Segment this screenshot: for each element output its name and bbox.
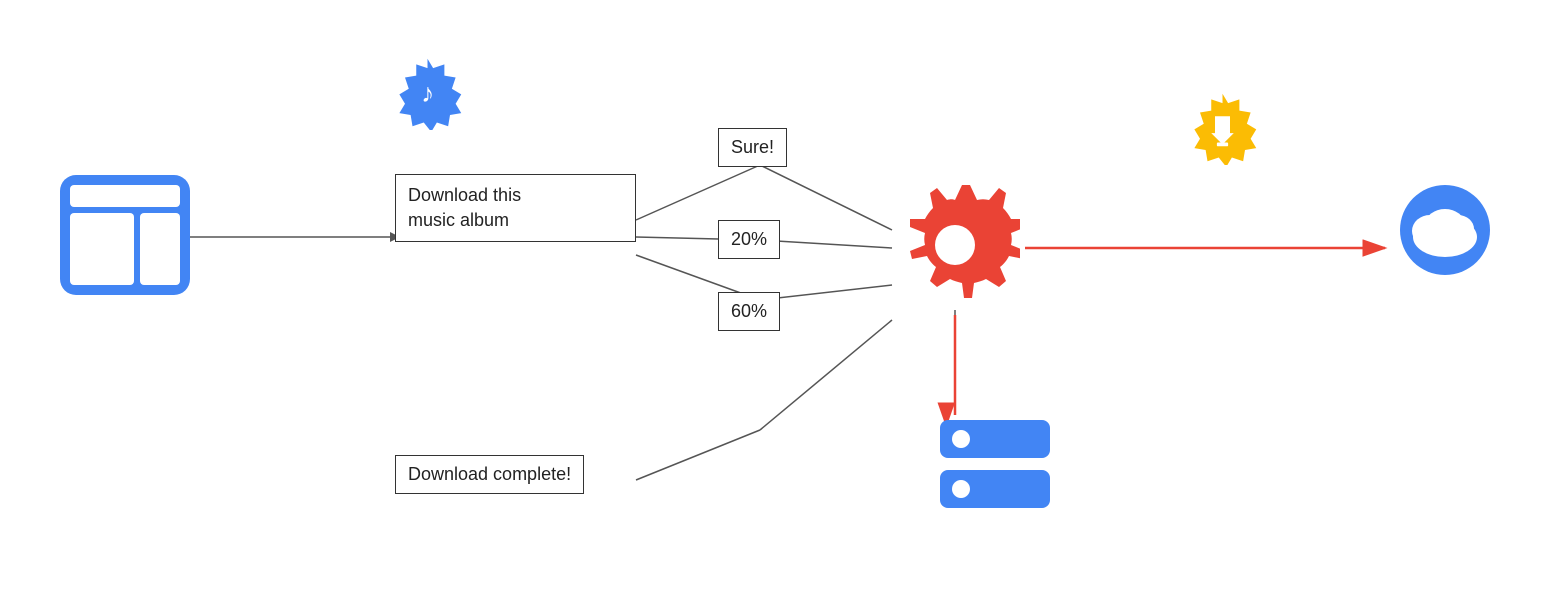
percent-20-label: 20% <box>718 220 780 259</box>
music-badge-icon: ♪ <box>390 55 465 130</box>
database-icon-2 <box>940 470 1050 508</box>
cloud-icon <box>1390 185 1490 265</box>
svg-text:♪: ♪ <box>421 78 434 108</box>
download-request-label: Download this music album <box>395 174 636 242</box>
diagram-container: ♪ Download this music album Sure! 20% 60… <box>0 0 1550 600</box>
download-complete-label: Download complete! <box>395 455 584 494</box>
download-badge-icon <box>1185 90 1260 165</box>
percent-60-label: 60% <box>718 292 780 331</box>
gear-icon <box>890 180 1020 310</box>
database-icon-1 <box>940 420 1050 458</box>
browser-icon <box>60 175 190 295</box>
sure-label: Sure! <box>718 128 787 167</box>
